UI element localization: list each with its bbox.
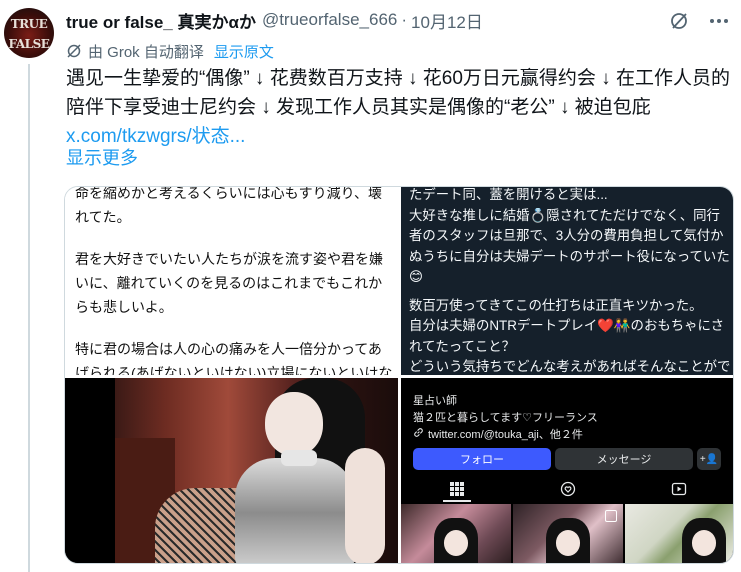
panel1-paragraph: 命を縮めかと考えるくらいには心もすり減り、壊れてた。 xyxy=(75,187,383,225)
profile-name: 星占い師 xyxy=(413,395,457,407)
screenshot-text-light: 命を縮めかと考えるくらいには心もすり減り、壊れてた。 君を大好きでいたい人たちが… xyxy=(75,187,393,375)
link-icon xyxy=(413,427,424,441)
separator-dot: · xyxy=(401,10,408,29)
thread-line xyxy=(28,64,30,572)
thumbnail xyxy=(625,504,733,563)
thumbnail xyxy=(401,504,511,563)
media-image-3[interactable] xyxy=(65,378,398,563)
grok-slash-icon[interactable] xyxy=(667,10,691,32)
panel1-paragraph: 君を大好きでいたい人たちが涙を流す姿や君を嫌いに、離れていくのを見るのはこれまで… xyxy=(75,251,383,315)
multi-image-icon xyxy=(605,510,617,522)
profile-link: twitter.com/@touka_aji、他２件 xyxy=(428,429,583,441)
tweet-text: 遇见一生挚爱的“偶像” ↓ 花费数百万支持 ↓ 花60万日元赢得约会 ↓ 在工作… xyxy=(66,68,730,118)
thumb-figure xyxy=(682,518,727,563)
profile-link-row: twitter.com/@touka_aji、他２件 xyxy=(413,426,583,442)
media-image-4[interactable]: 星占い師 猫２匹と暮らしてます♡フリーランス twitter.com/@touk… xyxy=(401,378,733,563)
translate-icon xyxy=(66,43,82,59)
photo-face xyxy=(265,392,323,456)
more-dots-icon[interactable] xyxy=(707,10,731,32)
thumb-figure xyxy=(434,518,478,563)
media-image-2[interactable]: たデート同、蓋を開けると実は... 大好きな推しに結婚💍隠されてただけでなく、同… xyxy=(401,187,733,375)
media-image-1[interactable]: 命を縮めかと考えるくらいには心もすり減り、壊れてた。 君を大好きでいたい人たちが… xyxy=(65,187,398,375)
header-actions xyxy=(667,10,731,32)
panel2-paragraph: たデート同、蓋を開けると実は... 大好きな推しに結婚💍隠されてただけでなく、同… xyxy=(409,187,730,284)
photo-bow xyxy=(281,450,317,466)
photo-outfit xyxy=(235,458,355,563)
panel2-paragraph: 数百万使ってきてこの仕打ちは正直キツかった。 自分は夫婦のNTRデートプレイ❤️… xyxy=(409,297,731,375)
profile-screenshot: 星占い師 猫２匹と暮らしてます♡フリーランス twitter.com/@touk… xyxy=(401,378,733,502)
show-more-link[interactable]: 显示更多 xyxy=(66,144,138,170)
author-name[interactable]: true or false_ 真実かαか xyxy=(66,8,256,33)
tweet-header: true or false_ 真実かαか @trueorfalse_666 · … xyxy=(66,8,483,32)
heart-badge-icon xyxy=(548,477,588,501)
profile-bio: 猫２匹と暮らしてます♡フリーランス xyxy=(413,412,598,424)
translation-row: 由 Grok 自动翻译 显示原文 xyxy=(66,40,274,62)
photo-arm xyxy=(345,448,385,563)
screenshot-text-dark: たデート同、蓋を開けると実は... 大好きな推しに結婚💍隠されてただけでなく、同… xyxy=(409,187,731,375)
panel1-paragraph: 特に君の場合は人の心の痛みを人一倍分かってあげられる(あげないといけない)立場に… xyxy=(75,341,393,375)
media-grid: 命を縮めかと考えるくらいには心もすり減り、壊れてた。 君を大好きでいたい人たちが… xyxy=(64,186,734,564)
tweet-date[interactable]: 10月12日 xyxy=(411,8,483,33)
author-avatar[interactable]: TRUE FALSE xyxy=(4,8,54,58)
video-icon xyxy=(659,477,699,501)
message-button: メッセージ xyxy=(555,448,693,470)
avatar-text-bottom: FALSE xyxy=(8,37,50,51)
avatar-text-top: TRUE xyxy=(10,17,48,31)
add-person-button: +👤 xyxy=(697,448,721,470)
author-handle[interactable]: @trueorfalse_666 xyxy=(262,10,397,30)
photo-letterbox xyxy=(65,378,115,563)
profile-tabs xyxy=(401,476,733,502)
grid-icon xyxy=(437,477,477,502)
cosplay-photo xyxy=(115,378,398,563)
tweet-body: 遇见一生挚爱的“偶像” ↓ 花费数百万支持 ↓ 花60万日元赢得约会 ↓ 在工作… xyxy=(66,64,736,151)
show-original-link[interactable]: 显示原文 xyxy=(214,41,274,62)
follow-button: フォロー xyxy=(413,448,551,470)
translation-label: 由 Grok 自动翻译 xyxy=(88,43,204,61)
thumb-figure xyxy=(546,518,590,563)
profile-thumbnails xyxy=(401,504,733,563)
thumbnail xyxy=(513,504,623,563)
